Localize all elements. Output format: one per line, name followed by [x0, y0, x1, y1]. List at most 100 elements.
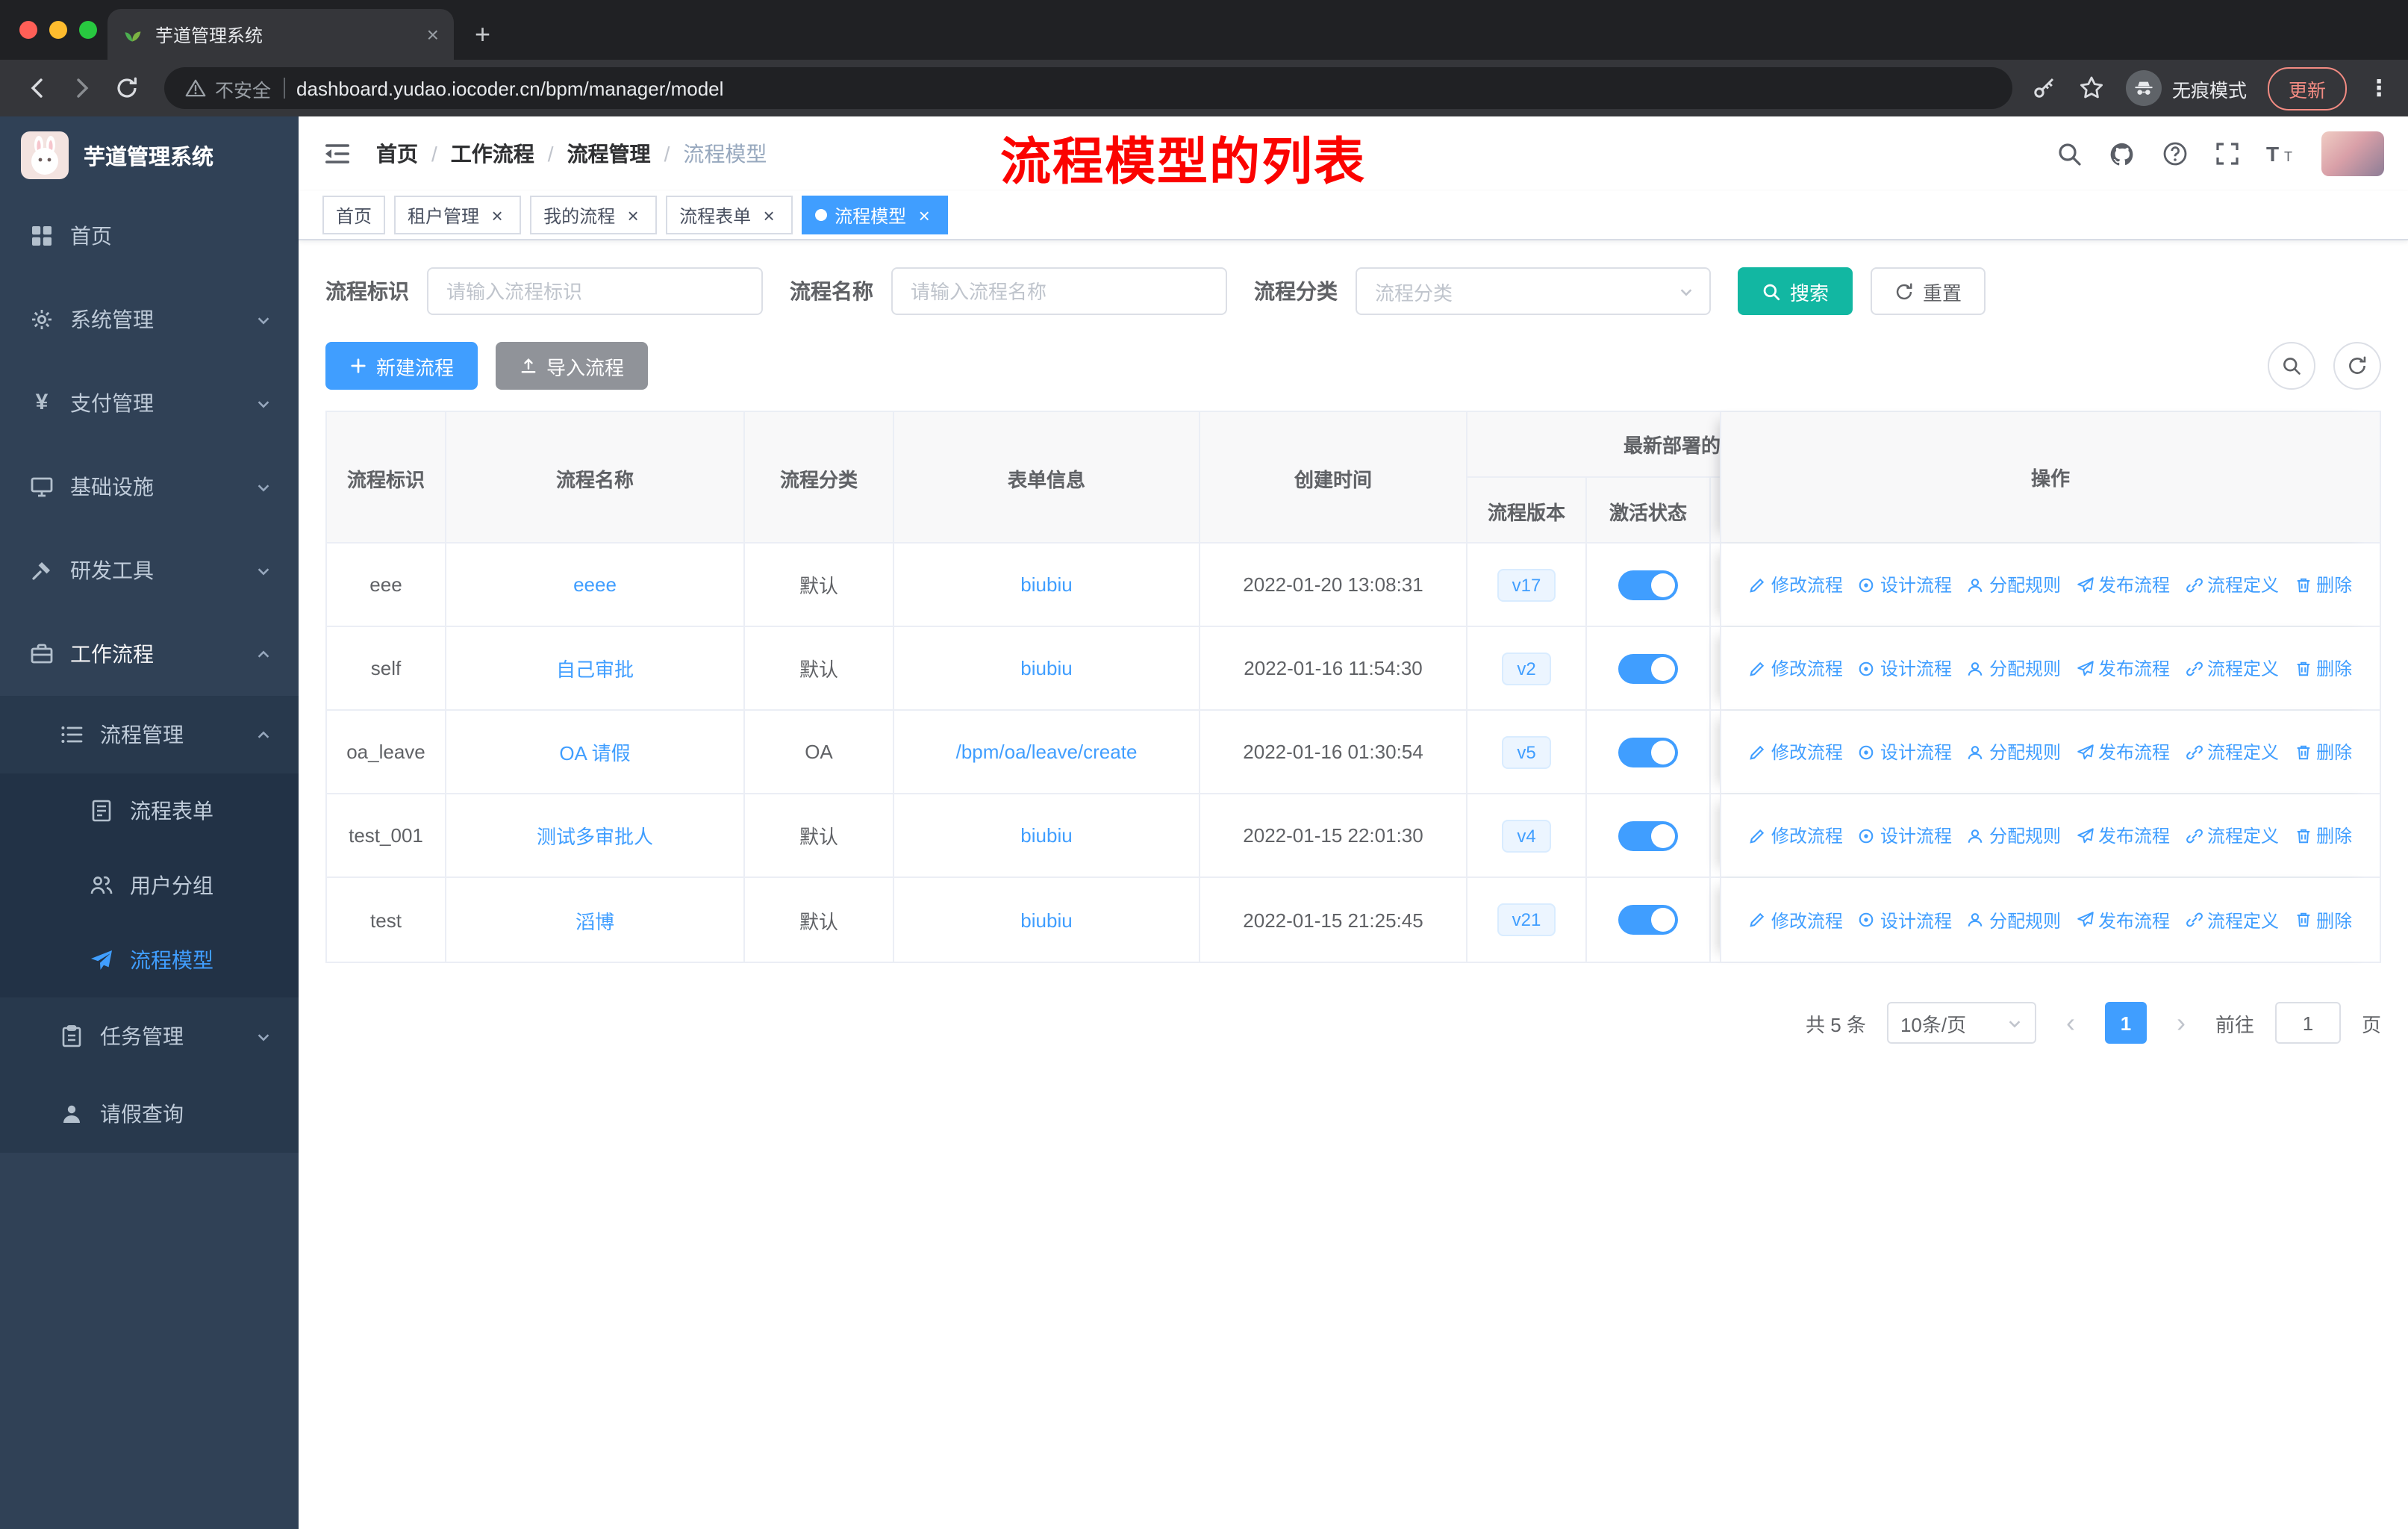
tag-process-model[interactable]: 流程模型 ×: [802, 196, 949, 234]
action-assign-rule[interactable]: 分配规则: [1967, 739, 2061, 764]
refresh-icon-button[interactable]: [2333, 342, 2381, 390]
bookmark-star-icon[interactable]: [2078, 75, 2105, 102]
form-info-link[interactable]: biubiu: [1020, 909, 1072, 931]
tag-tenant[interactable]: 租户管理 ×: [394, 196, 522, 234]
action-design-process[interactable]: 设计流程: [1858, 572, 1952, 597]
action-publish-process[interactable]: 发布流程: [2076, 572, 2170, 597]
create-process-button[interactable]: 新建流程: [325, 342, 478, 390]
active-status-toggle[interactable]: [1618, 905, 1678, 935]
font-size-icon[interactable]: TT: [2266, 140, 2296, 167]
sidebar-item-infrastructure[interactable]: 基础设施: [0, 445, 299, 529]
process-id-input[interactable]: [427, 267, 763, 315]
form-info-link[interactable]: biubiu: [1020, 573, 1072, 596]
page-size-select[interactable]: 10条/页: [1886, 1002, 2036, 1044]
key-icon[interactable]: [2030, 75, 2057, 102]
close-icon[interactable]: ×: [914, 205, 935, 225]
action-assign-rule[interactable]: 分配规则: [1967, 907, 2061, 932]
action-process-definition[interactable]: 流程定义: [2185, 572, 2279, 597]
active-status-toggle[interactable]: [1618, 653, 1678, 683]
sidebar-item-process-model[interactable]: 流程模型: [0, 923, 299, 997]
browser-tab[interactable]: 芋道管理系统 ×: [107, 9, 454, 60]
action-edit-process[interactable]: 修改流程: [1749, 823, 1843, 848]
action-process-definition[interactable]: 流程定义: [2185, 655, 2279, 681]
sidebar-item-process-management[interactable]: 流程管理: [0, 696, 299, 773]
prev-page-button[interactable]: ‹: [2057, 1009, 2084, 1036]
forward-icon[interactable]: [63, 69, 102, 108]
current-page-button[interactable]: 1: [2104, 1002, 2147, 1044]
sidebar-item-user-group[interactable]: 用户分组: [0, 848, 299, 923]
reload-icon[interactable]: [107, 69, 146, 108]
fullscreen-icon[interactable]: [2214, 140, 2241, 167]
sidebar-item-task-management[interactable]: 任务管理: [0, 997, 299, 1075]
active-status-toggle[interactable]: [1618, 820, 1678, 850]
url-bar[interactable]: 不安全 dashboard.yudao.iocoder.cn/bpm/manag…: [164, 67, 2012, 109]
sidebar-item-process-form[interactable]: 流程表单: [0, 773, 299, 848]
action-delete[interactable]: 删除: [2294, 572, 2352, 597]
breadcrumb-workflow[interactable]: 工作流程: [451, 139, 534, 169]
search-icon[interactable]: [2056, 140, 2083, 167]
action-design-process[interactable]: 设计流程: [1858, 823, 1952, 848]
action-edit-process[interactable]: 修改流程: [1749, 907, 1843, 932]
action-edit-process[interactable]: 修改流程: [1749, 572, 1843, 597]
category-select[interactable]: 流程分类: [1356, 267, 1711, 315]
close-icon[interactable]: ×: [487, 205, 508, 225]
active-status-toggle[interactable]: [1618, 570, 1678, 600]
action-delete[interactable]: 删除: [2294, 907, 2352, 932]
sidebar-item-home[interactable]: 首页: [0, 194, 299, 278]
sidebar-item-leave-query[interactable]: 请假查询: [0, 1075, 299, 1153]
tab-close-icon[interactable]: ×: [427, 24, 439, 45]
sidebar-item-devtools[interactable]: 研发工具: [0, 529, 299, 612]
process-name-link[interactable]: 自己审批: [556, 654, 634, 682]
sidebar-item-system[interactable]: 系统管理: [0, 278, 299, 361]
close-icon[interactable]: ×: [758, 205, 779, 225]
browser-menu-icon[interactable]: ⋮: [2368, 75, 2390, 102]
process-name-link[interactable]: eeee: [573, 573, 617, 596]
goto-page-input[interactable]: [2274, 1002, 2341, 1044]
github-icon[interactable]: [2108, 140, 2136, 168]
user-avatar[interactable]: [2321, 131, 2384, 176]
window-zoom-button[interactable]: [79, 21, 97, 39]
sidebar-item-payment[interactable]: ¥ 支付管理: [0, 361, 299, 445]
process-name-link[interactable]: 测试多审批人: [537, 821, 653, 850]
close-icon[interactable]: ×: [623, 205, 643, 225]
window-close-button[interactable]: [19, 21, 37, 39]
help-icon[interactable]: [2162, 140, 2189, 167]
back-icon[interactable]: [18, 69, 57, 108]
window-minimize-button[interactable]: [49, 21, 67, 39]
action-publish-process[interactable]: 发布流程: [2076, 739, 2170, 764]
tag-home[interactable]: 首页: [322, 196, 386, 234]
process-name-input[interactable]: [891, 267, 1227, 315]
action-publish-process[interactable]: 发布流程: [2076, 823, 2170, 848]
security-indicator[interactable]: 不安全: [185, 74, 271, 102]
breadcrumb-process-management[interactable]: 流程管理: [567, 139, 651, 169]
action-design-process[interactable]: 设计流程: [1858, 655, 1952, 681]
tag-process-form[interactable]: 流程表单 ×: [666, 196, 793, 234]
breadcrumb-home[interactable]: 首页: [376, 139, 418, 169]
action-assign-rule[interactable]: 分配规则: [1967, 655, 2061, 681]
process-name-link[interactable]: OA 请假: [559, 738, 630, 766]
form-info-link[interactable]: /bpm/oa/leave/create: [956, 741, 1138, 763]
action-design-process[interactable]: 设计流程: [1858, 907, 1952, 932]
action-delete[interactable]: 删除: [2294, 655, 2352, 681]
action-assign-rule[interactable]: 分配规则: [1967, 823, 2061, 848]
action-design-process[interactable]: 设计流程: [1858, 739, 1952, 764]
process-name-link[interactable]: 滔博: [576, 906, 614, 934]
form-info-link[interactable]: biubiu: [1020, 657, 1072, 679]
action-publish-process[interactable]: 发布流程: [2076, 907, 2170, 932]
import-process-button[interactable]: 导入流程: [496, 342, 649, 390]
search-button[interactable]: 搜索: [1738, 267, 1853, 315]
show-search-icon-button[interactable]: [2268, 342, 2315, 390]
action-publish-process[interactable]: 发布流程: [2076, 655, 2170, 681]
new-tab-button[interactable]: +: [475, 21, 490, 48]
tag-my-process[interactable]: 我的流程 ×: [530, 196, 658, 234]
action-delete[interactable]: 删除: [2294, 823, 2352, 848]
action-assign-rule[interactable]: 分配规则: [1967, 572, 2061, 597]
action-process-definition[interactable]: 流程定义: [2185, 907, 2279, 932]
action-delete[interactable]: 删除: [2294, 739, 2352, 764]
action-edit-process[interactable]: 修改流程: [1749, 739, 1843, 764]
active-status-toggle[interactable]: [1618, 737, 1678, 767]
sidebar-item-workflow[interactable]: 工作流程: [0, 612, 299, 696]
reset-button[interactable]: 重置: [1871, 267, 1986, 315]
action-process-definition[interactable]: 流程定义: [2185, 823, 2279, 848]
action-process-definition[interactable]: 流程定义: [2185, 739, 2279, 764]
